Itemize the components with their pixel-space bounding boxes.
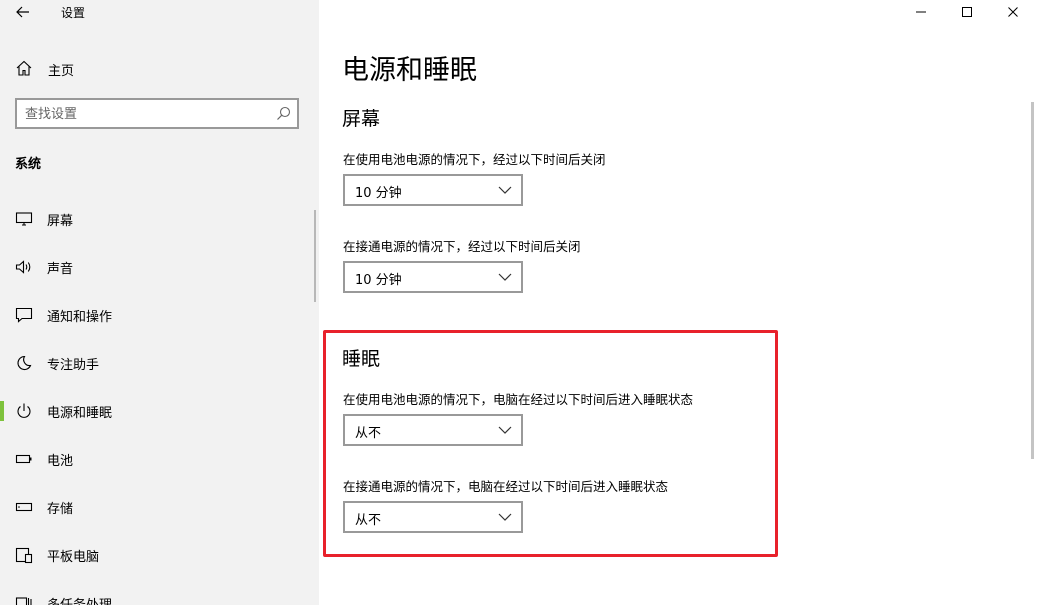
- dropdown-value: 10 分钟: [355, 186, 402, 201]
- search-box[interactable]: [15, 98, 299, 129]
- sidebar-item-storage[interactable]: 存储: [0, 485, 319, 529]
- sidebar-item-battery[interactable]: 电池: [0, 437, 319, 481]
- page-title: 电源和睡眠: [342, 55, 477, 86]
- sidebar-item-label: 平板电脑: [47, 550, 100, 565]
- sidebar-scrollbar[interactable]: [314, 210, 316, 302]
- sleep-battery-dropdown[interactable]: 从不: [343, 414, 523, 446]
- sidebar-item-label: 专注助手: [47, 358, 100, 373]
- screen-plugged-dropdown[interactable]: 10 分钟: [343, 261, 523, 293]
- chevron-down-icon: [498, 513, 512, 521]
- chevron-down-icon: [498, 273, 512, 281]
- home-icon: [16, 60, 32, 76]
- dropdown-value: 10 分钟: [355, 273, 402, 288]
- sidebar-item-multitasking[interactable]: 多任务处理: [0, 581, 319, 605]
- close-icon: [1008, 7, 1018, 17]
- monitor-icon: [15, 212, 33, 226]
- sidebar-item-label: 声音: [47, 262, 74, 277]
- sidebar-item-power-sleep[interactable]: 电源和睡眠: [0, 389, 319, 433]
- dropdown-value: 从不: [355, 513, 382, 528]
- close-button[interactable]: [990, 0, 1036, 24]
- notification-icon: [15, 307, 33, 323]
- sidebar-item-notifications[interactable]: 通知和操作: [0, 293, 319, 337]
- main-scrollbar[interactable]: [1031, 102, 1034, 459]
- search-input[interactable]: [25, 104, 265, 124]
- sidebar-item-label: 通知和操作: [47, 310, 113, 325]
- back-button[interactable]: [12, 2, 34, 22]
- sidebar: 设置 主页 系统 屏幕 声音 通知和操作: [0, 0, 319, 605]
- screen-battery-dropdown[interactable]: 10 分钟: [343, 174, 523, 206]
- chevron-down-icon: [498, 426, 512, 434]
- speaker-icon: [15, 260, 31, 274]
- sleep-plugged-dropdown[interactable]: 从不: [343, 501, 523, 533]
- moon-icon: [17, 355, 32, 371]
- storage-icon: [15, 502, 33, 512]
- sidebar-item-label: 主页: [48, 64, 75, 79]
- screen-plugged-label: 在接通电源的情况下，经过以下时间后关闭: [343, 239, 581, 254]
- sidebar-item-focus-assist[interactable]: 专注助手: [0, 341, 319, 385]
- screen-heading: 屏幕: [342, 108, 381, 130]
- screen-battery-label: 在使用电池电源的情况下，经过以下时间后关闭: [343, 152, 606, 167]
- back-arrow-icon: [16, 6, 29, 18]
- battery-icon: [15, 454, 32, 464]
- app-title: 设置: [61, 6, 86, 20]
- tablet-icon: [15, 547, 33, 564]
- sidebar-item-label: 屏幕: [47, 214, 74, 229]
- chevron-down-icon: [498, 186, 512, 194]
- sidebar-item-label: 电源和睡眠: [47, 406, 113, 421]
- sidebar-item-label: 电池: [47, 454, 74, 469]
- multitask-icon: [15, 597, 32, 605]
- dropdown-value: 从不: [355, 426, 382, 441]
- maximize-button[interactable]: [944, 0, 990, 24]
- sidebar-item-sound[interactable]: 声音: [0, 245, 319, 289]
- sleep-battery-label: 在使用电池电源的情况下，电脑在经过以下时间后进入睡眠状态: [343, 392, 694, 407]
- sidebar-item-display[interactable]: 屏幕: [0, 197, 319, 241]
- active-indicator: [0, 401, 4, 421]
- sidebar-item-label: 存储: [47, 502, 74, 517]
- sleep-plugged-label: 在接通电源的情况下，电脑在经过以下时间后进入睡眠状态: [343, 479, 669, 494]
- sleep-heading: 睡眠: [342, 348, 381, 370]
- sidebar-item-tablet[interactable]: 平板电脑: [0, 533, 319, 577]
- power-icon: [17, 403, 31, 418]
- maximize-icon: [962, 7, 972, 17]
- minimize-icon: [916, 11, 926, 13]
- sidebar-item-label: 多任务处理: [47, 594, 112, 605]
- search-icon[interactable]: [276, 106, 291, 121]
- minimize-button[interactable]: [898, 0, 944, 24]
- sidebar-item-home[interactable]: 主页: [0, 54, 319, 82]
- section-label: 系统: [15, 157, 42, 172]
